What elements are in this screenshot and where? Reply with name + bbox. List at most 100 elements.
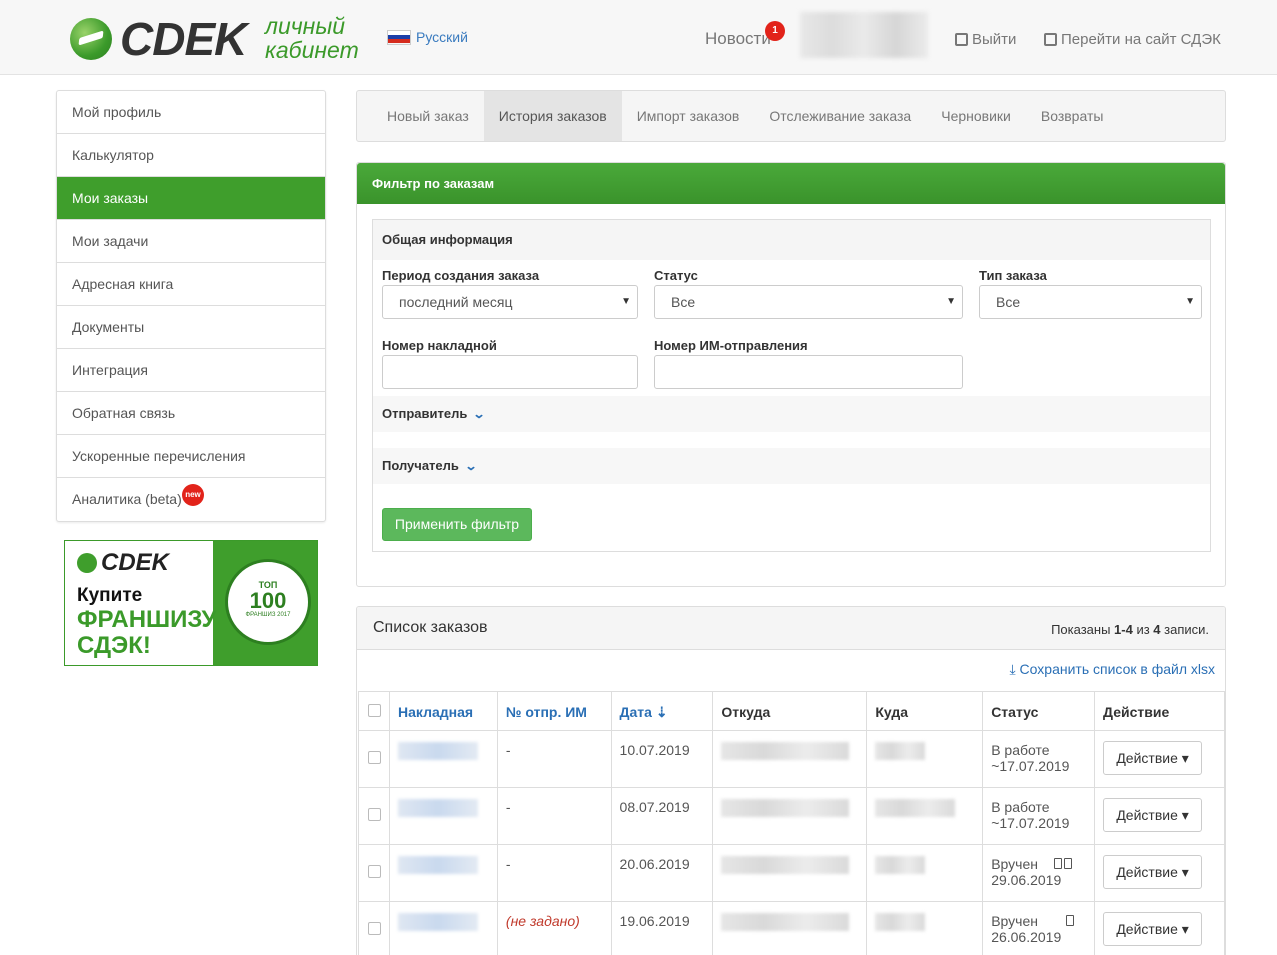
franchise-banner[interactable]: CDEK Купите ФРАНШИЗУ СДЭК! ТОП 100 ФРАНШ… <box>64 540 318 666</box>
user-info-blurred[interactable] <box>800 12 928 58</box>
im-number-label: Номер ИМ-отправления <box>654 338 808 353</box>
logout-link[interactable]: Выйти <box>955 31 1016 48</box>
caret-down-icon: ▾ <box>1181 921 1189 937</box>
document-icon[interactable] <box>1065 915 1074 926</box>
from-blurred <box>721 856 850 874</box>
news-link[interactable]: Новости <box>705 29 771 49</box>
action-dropdown-button[interactable]: Действие ▾ <box>1103 741 1203 775</box>
tab-order-history[interactable]: История заказов <box>483 91 622 141</box>
orders-panel: Список заказов Показаны 1-4 из 4 записи.… <box>356 606 1226 955</box>
sidebar-item-my-tasks[interactable]: Мои задачи <box>57 220 325 263</box>
table-header-row: Накладная № отпр. ИМ Дата ⇣ Откуда Куда … <box>358 691 1225 731</box>
caret-down-icon: ▾ <box>1181 807 1189 823</box>
sidebar-item-fast-transfers[interactable]: Ускоренные перечисления <box>57 435 325 478</box>
row-checkbox[interactable] <box>368 865 381 878</box>
waybill-input[interactable] <box>382 355 638 389</box>
sidebar-item-label: Калькулятор <box>72 147 154 163</box>
waybill-link-blurred[interactable] <box>398 913 478 931</box>
action-label: Действие <box>1116 807 1178 823</box>
sidebar-item-my-orders[interactable]: Мои заказы <box>57 177 325 220</box>
action-dropdown-button[interactable]: Действие ▾ <box>1103 855 1203 889</box>
action-cell: Действие ▾ <box>1094 787 1225 845</box>
sidebar-item-analytics[interactable]: Аналитика (beta) new <box>57 478 325 521</box>
action-dropdown-button[interactable]: Действие ▾ <box>1103 798 1203 832</box>
records-count-mid: из <box>1132 622 1154 637</box>
waybill-label: Номер накладной <box>382 338 497 353</box>
tab-drafts[interactable]: Черновики <box>926 91 1026 141</box>
row-checkbox[interactable] <box>368 808 381 821</box>
from-cell <box>712 901 868 955</box>
col-im-number[interactable]: № отпр. ИМ <box>496 691 612 731</box>
order-type-select[interactable]: Все ▼ <box>979 285 1202 319</box>
col-from: Откуда <box>712 691 868 731</box>
tab-track-order[interactable]: Отслеживание заказа <box>754 91 926 141</box>
document-icon[interactable] <box>1053 858 1062 869</box>
select-all-checkbox[interactable] <box>368 704 381 717</box>
im-number-input[interactable] <box>654 355 963 389</box>
from-blurred <box>721 742 850 760</box>
save-xlsx-link[interactable]: ⤓ Сохранить список в файл xlsx <box>1009 661 1215 678</box>
general-info-heading: Общая информация <box>373 220 1210 260</box>
sidebar-item-label: Аналитика (beta) <box>72 491 182 507</box>
apply-filter-button[interactable]: Применить фильтр <box>382 508 532 541</box>
sidebar-item-address-book[interactable]: Адресная книга <box>57 263 325 306</box>
to-blurred <box>875 742 926 760</box>
sender-label: Отправитель <box>382 406 468 421</box>
news-count-badge: 1 <box>765 21 785 41</box>
sidebar-item-label: Адресная книга <box>72 276 174 292</box>
row-checkbox[interactable] <box>368 922 381 935</box>
sidebar-item-calculator[interactable]: Калькулятор <box>57 134 325 177</box>
im-not-set: (не задано) <box>505 913 580 929</box>
documents-icons <box>1064 913 1074 929</box>
waybill-link-blurred[interactable] <box>398 856 478 874</box>
period-label: Период создания заказа <box>382 268 540 283</box>
im-cell: - <box>496 730 612 788</box>
save-xlsx-label: Сохранить список в файл xlsx <box>1019 661 1215 677</box>
status-select[interactable]: Все ▼ <box>654 285 963 319</box>
col-waybill[interactable]: Накладная <box>389 691 498 731</box>
col-date-label: Дата <box>619 704 652 720</box>
select-all-cell <box>358 691 390 731</box>
caret-down-icon: ▾ <box>1181 864 1189 880</box>
row-checkbox[interactable] <box>368 751 381 764</box>
date-cell: 20.06.2019 <box>610 844 714 902</box>
tab-new-order[interactable]: Новый заказ <box>357 91 484 141</box>
status-label: Статус <box>654 268 698 283</box>
sidebar-item-label: Ускоренные перечисления <box>72 448 246 464</box>
banner-line1: Купите <box>77 585 143 606</box>
logo-subtitle-line1: личный <box>265 13 346 39</box>
action-dropdown-button[interactable]: Действие ▾ <box>1103 912 1203 946</box>
sender-collapse[interactable]: Отправитель ⌄ <box>373 396 1210 432</box>
orders-panel-header: Список заказов Показаны 1-4 из 4 записи. <box>357 607 1225 650</box>
logo-subtitle: личный кабинет <box>265 14 359 62</box>
records-count: Показаны 1-4 из 4 записи. <box>1051 622 1209 637</box>
sidebar-item-profile[interactable]: Мой профиль <box>57 91 325 134</box>
banner-line3: СДЭК! <box>77 632 151 659</box>
receiver-collapse[interactable]: Получатель ⌄ <box>373 448 1210 484</box>
to-cell <box>866 787 984 845</box>
filter-general-box: Общая информация Период создания заказа … <box>372 219 1211 552</box>
table-row: (не задано) 19.06.2019 Вручен 26.06.2019… <box>358 901 1225 955</box>
go-to-site-link[interactable]: Перейти на сайт СДЭК <box>1044 31 1221 48</box>
banner-line2: ФРАНШИЗУ <box>77 606 217 633</box>
waybill-link-blurred[interactable] <box>398 799 478 817</box>
period-select[interactable]: последний месяц ▼ <box>382 285 638 319</box>
waybill-cell <box>389 787 498 845</box>
seal-bottom-text: ФРАНШИЗ 2017 <box>245 612 291 618</box>
action-label: Действие <box>1116 921 1178 937</box>
tab-returns[interactable]: Возвраты <box>1026 91 1119 141</box>
document-icon[interactable] <box>1063 858 1072 869</box>
sidebar-item-label: Документы <box>72 319 145 335</box>
status-line: Вручен <box>991 856 1086 872</box>
sidebar-item-documents[interactable]: Документы <box>57 306 325 349</box>
col-date[interactable]: Дата ⇣ <box>610 691 714 731</box>
sidebar-item-feedback[interactable]: Обратная связь <box>57 392 325 435</box>
sidebar-item-integration[interactable]: Интеграция <box>57 349 325 392</box>
sidebar-item-label: Мои задачи <box>72 233 149 249</box>
cdek-logo[interactable]: CDEK <box>70 16 247 62</box>
waybill-link-blurred[interactable] <box>398 742 478 760</box>
language-switcher[interactable]: Русский <box>387 29 468 45</box>
tab-import-orders[interactable]: Импорт заказов <box>622 91 755 141</box>
status-cell: В работе ~17.07.2019 <box>982 730 1096 788</box>
action-cell: Действие ▾ <box>1094 844 1225 902</box>
